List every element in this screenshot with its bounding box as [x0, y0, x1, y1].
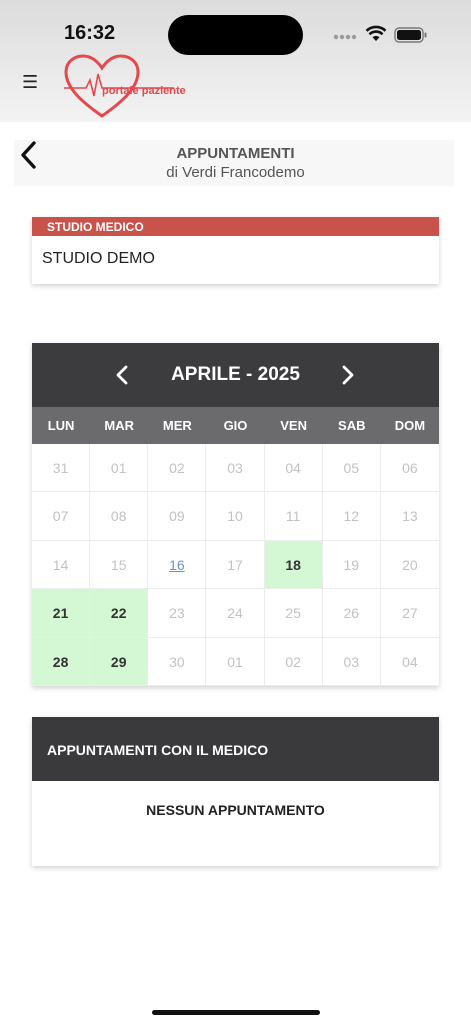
calendar-day[interactable]: 22 [90, 589, 149, 638]
calendar-grid: 31 01 02 03 04 05 06 07 08 09 10 11 12 13 14 15 16 17 18 19… [32, 444, 439, 686]
calendar-day: 30 [148, 637, 207, 686]
weekday-label: GIO [223, 418, 248, 433]
battery-icon [394, 27, 427, 43]
studio-label: STUDIO MEDICO [32, 217, 439, 236]
weekday-label: MER [162, 418, 192, 433]
calendar-day: 10 [206, 492, 265, 541]
calendar-day: 27 [380, 589, 439, 638]
calendar-day: 23 [148, 589, 207, 638]
hamburger-menu-icon[interactable]: ☰ [22, 73, 38, 91]
calendar-day: 24 [206, 589, 265, 638]
calendar-day[interactable]: 18 [264, 540, 323, 590]
appointments-header: APPUNTAMENTI CON IL MEDICO [32, 717, 439, 781]
calendar-day: 02 [264, 637, 323, 686]
calendar-day: 26 [322, 589, 381, 638]
weekday-label: DOM [394, 418, 426, 433]
calendar: APRILE - 2025 LUN MAR MER GIO VEN SAB DO… [32, 343, 439, 686]
calendar-day: 15 [90, 540, 149, 590]
weekday-label: VEN [280, 418, 307, 433]
calendar-day: 03 [322, 637, 381, 686]
calendar-day: 04 [380, 638, 439, 686]
wifi-icon [365, 25, 387, 41]
calendar-day: 04 [264, 444, 323, 493]
app-header: 16:32 ☰ portale paziente [0, 0, 471, 122]
calendar-day: 02 [148, 444, 207, 493]
calendar-day[interactable]: 28 [32, 637, 91, 686]
next-month-icon[interactable] [341, 365, 355, 385]
calendar-day: 25 [264, 589, 323, 638]
calendar-day[interactable]: 16 [148, 540, 207, 590]
calendar-day: 12 [322, 492, 381, 541]
calendar-weekdays: LUN MAR MER GIO VEN SAB DOM [32, 407, 439, 444]
calendar-day: 09 [148, 492, 207, 541]
studio-name: STUDIO DEMO [42, 250, 155, 267]
weekday-label: LUN [47, 418, 75, 433]
dynamic-island [168, 15, 303, 55]
appointments-card: APPUNTAMENTI CON IL MEDICO NESSUN APPUNT… [32, 717, 439, 866]
studio-card[interactable]: STUDIO MEDICO STUDIO DEMO [32, 217, 439, 284]
calendar-day: 13 [380, 492, 439, 541]
home-indicator [152, 1010, 320, 1015]
calendar-day: 05 [322, 444, 381, 493]
calendar-day[interactable]: 29 [90, 637, 149, 686]
calendar-day: 07 [32, 492, 91, 541]
page-subtitle: di Verdi Francodemo [166, 164, 305, 181]
calendar-day: 01 [206, 637, 265, 686]
calendar-day: 17 [206, 540, 265, 590]
weekday-label: MAR [104, 418, 135, 433]
calendar-day: 31 [32, 444, 91, 493]
calendar-day: 01 [90, 444, 149, 493]
calendar-day: 14 [32, 540, 91, 590]
calendar-month: APRILE - 2025 [171, 364, 300, 385]
status-time: 16:32 [64, 22, 116, 44]
calendar-day[interactable]: 21 [32, 589, 91, 638]
page-title: APPUNTAMENTI [176, 145, 295, 162]
calendar-day: 20 [380, 541, 439, 590]
no-appointments-text: NESSUN APPUNTAMENTO [146, 802, 325, 818]
calendar-day: 19 [322, 540, 381, 590]
calendar-day: 08 [90, 492, 149, 541]
calendar-day: 06 [380, 444, 439, 493]
calendar-header: APRILE - 2025 [32, 343, 439, 407]
signal-icon [333, 34, 357, 40]
calendar-day: 03 [206, 444, 265, 493]
logo-text: portale paziente [102, 85, 186, 97]
calendar-day: 11 [264, 492, 323, 541]
weekday-label: SAB [338, 418, 366, 433]
